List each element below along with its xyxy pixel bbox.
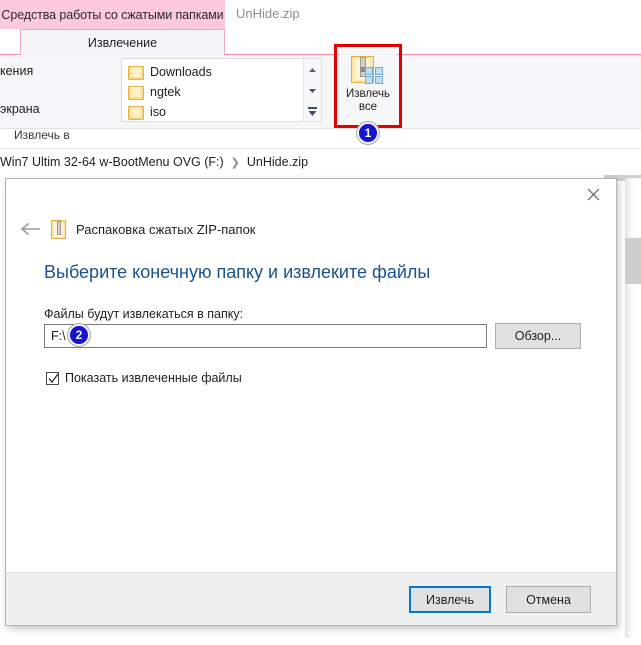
- checkbox-check-icon[interactable]: [46, 371, 59, 385]
- back-arrow-icon[interactable]: [16, 215, 44, 243]
- screenshot-root: Средства работы со сжатыми папками UnHid…: [0, 0, 641, 645]
- zip-folder-icon: [51, 219, 68, 239]
- show-extracted-files-checkbox[interactable]: Показать извлеченные файлы: [46, 371, 242, 385]
- dialog-title: Распаковка сжатых ZIP-папок: [76, 221, 256, 237]
- step-badge-2: 2: [68, 324, 90, 346]
- step-badge-1: 1: [357, 122, 379, 144]
- ribbon-tab-row: Извлечение: [0, 29, 641, 55]
- dialog-heading: Выберите конечную папку и извлеките файл…: [44, 262, 431, 282]
- extract-wizard-dialog: Распаковка сжатых ZIP-папок Выберите кон…: [5, 178, 617, 626]
- scroll-more-icon[interactable]: [304, 101, 321, 122]
- close-icon[interactable]: [571, 179, 616, 209]
- destination-field-label: Файлы будут извлекаться в папку:: [44, 307, 244, 321]
- left-label-1: кения: [0, 64, 34, 78]
- explorer-scrollbar-thumb[interactable]: [625, 238, 641, 284]
- extract-all-button[interactable]: Извлечь все: [339, 49, 397, 123]
- folder-icon: [128, 86, 144, 100]
- breadcrumb[interactable]: Win7 Ultim 32-64 w-BootMenu OVG (F:) ❯ U…: [0, 149, 641, 175]
- scroll-down-icon[interactable]: [304, 80, 321, 101]
- extract-button[interactable]: Извлечь: [409, 586, 491, 613]
- folder-icon: [128, 66, 144, 80]
- gallery-item-label: iso: [150, 105, 166, 119]
- folder-icon: [128, 106, 144, 120]
- dialog-nav-row: Распаковка сжатых ZIP-папок: [6, 209, 616, 249]
- breadcrumb-separator-icon: ❯: [230, 156, 240, 169]
- file-tab-label[interactable]: UnHide.zip: [236, 6, 300, 21]
- tab-extraction[interactable]: Извлечение: [20, 29, 225, 55]
- cancel-button[interactable]: Отмена: [506, 586, 591, 613]
- gallery-item-label: ngtek: [150, 85, 181, 99]
- dialog-footer: Извлечь Отмена: [6, 572, 616, 625]
- dialog-titlebar: [6, 179, 616, 209]
- scroll-up-icon[interactable]: [304, 59, 321, 80]
- explorer-window: Средства работы со сжатыми папками UnHid…: [0, 0, 641, 175]
- ribbon-left-labels: кения экрана: [0, 58, 122, 122]
- gallery-item[interactable]: iso: [128, 102, 166, 122]
- checkbox-label: Показать извлеченные файлы: [65, 371, 242, 385]
- gallery-item[interactable]: Downloads: [128, 62, 212, 82]
- contextual-tab-header: Средства работы со сжатыми папками: [0, 0, 225, 29]
- browse-button[interactable]: Обзор...: [495, 323, 581, 349]
- extract-all-zip-icon: [351, 55, 385, 85]
- extract-to-gallery[interactable]: Downloads ngtek iso: [122, 58, 322, 122]
- destination-path-input[interactable]: [44, 324, 487, 348]
- gallery-scrollbar[interactable]: [303, 58, 322, 122]
- gallery-item-label: Downloads: [150, 65, 212, 79]
- gallery-item[interactable]: ngtek: [128, 82, 181, 102]
- breadcrumb-current[interactable]: UnHide.zip: [247, 155, 308, 169]
- breadcrumb-drive[interactable]: Win7 Ultim 32-64 w-BootMenu OVG (F:): [0, 155, 224, 169]
- extract-all-label-line1: Извлечь: [345, 88, 391, 100]
- extract-all-label-line2: все: [358, 101, 378, 113]
- left-label-2: экрана: [0, 102, 40, 116]
- ribbon-group-caption: Извлечь в: [14, 128, 70, 142]
